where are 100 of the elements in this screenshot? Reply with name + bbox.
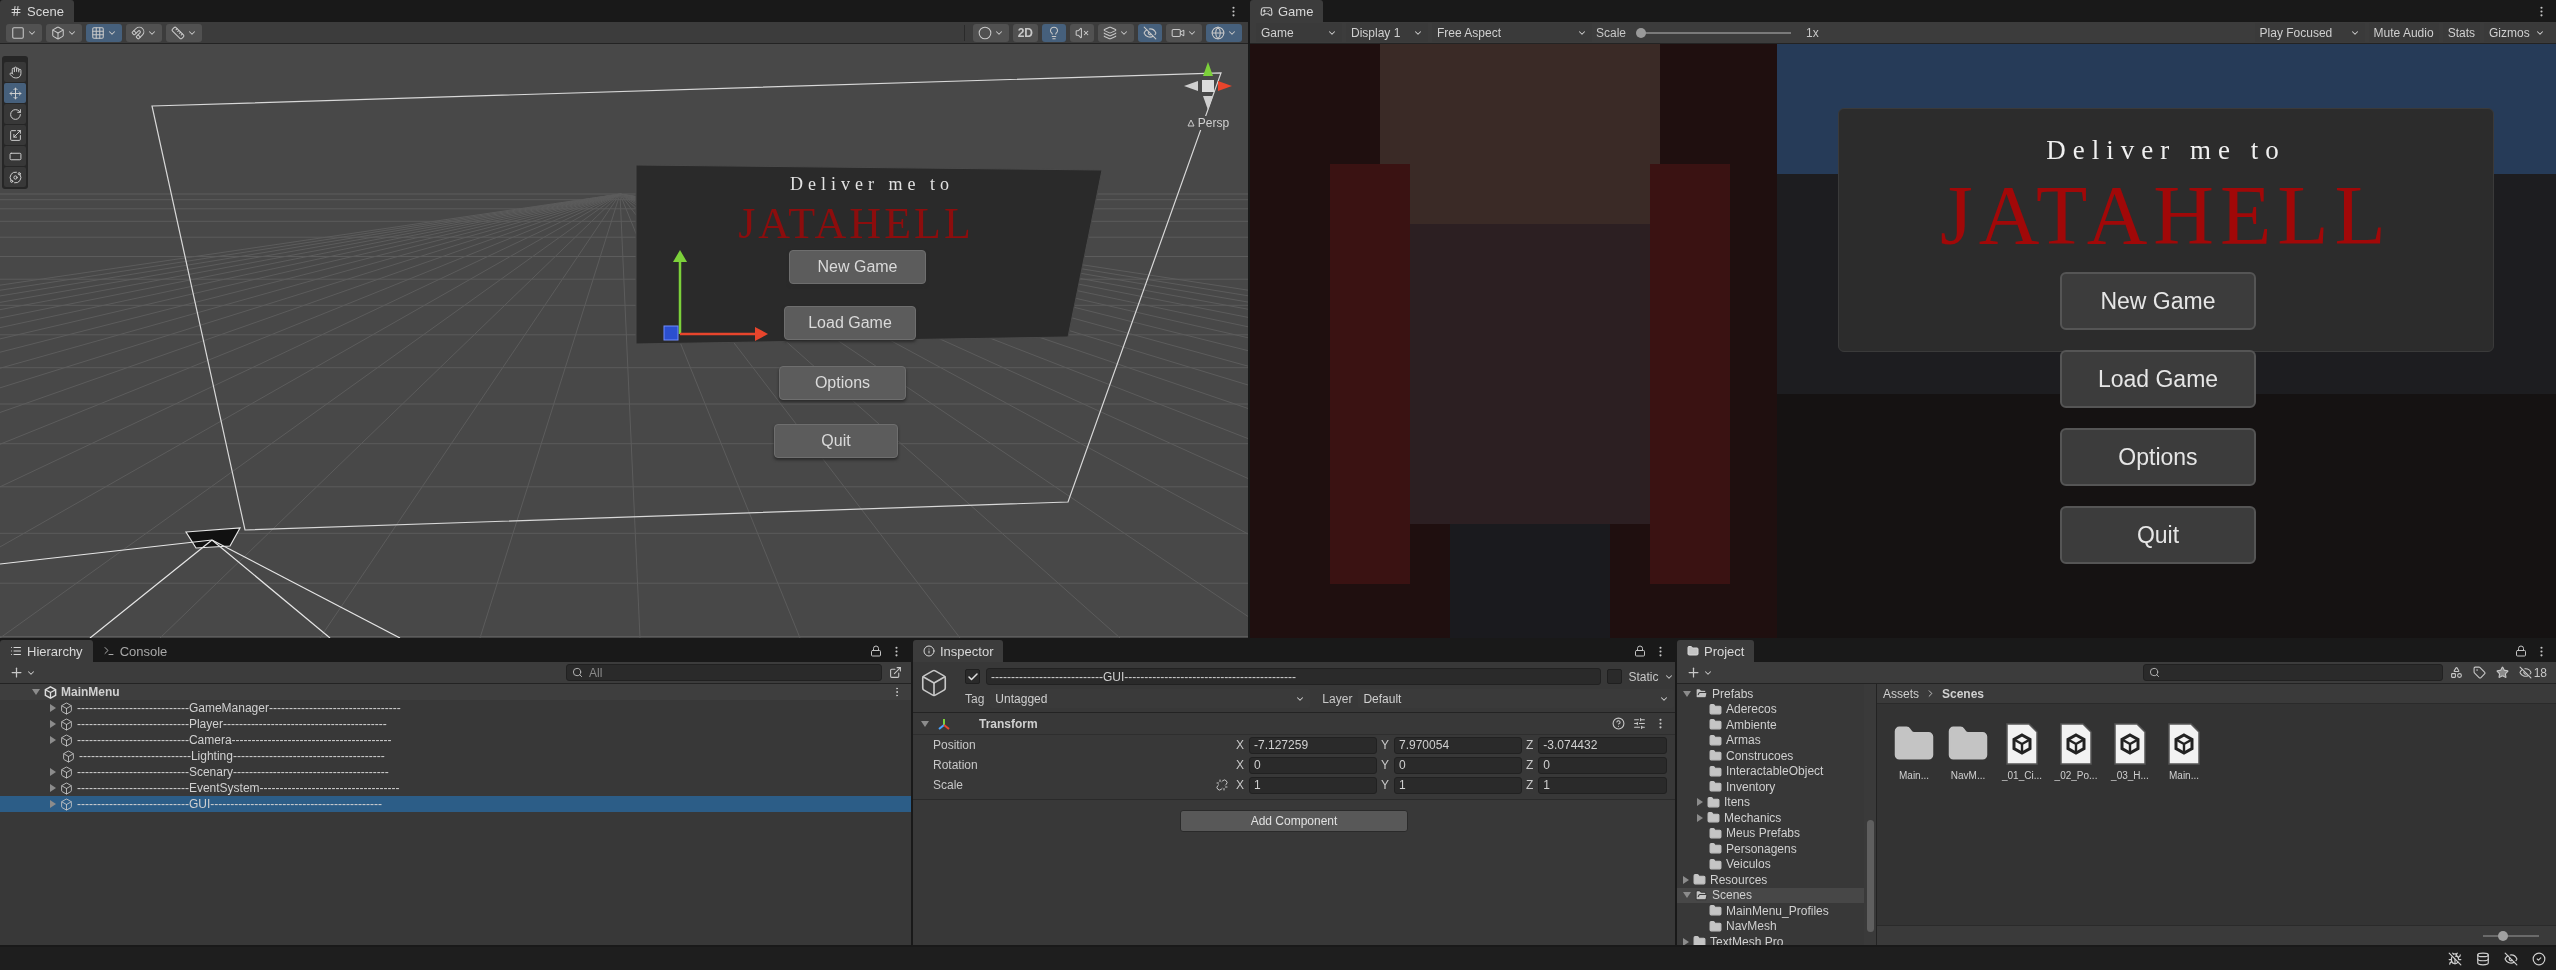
folder-row[interactable]: MainMenu_Profiles (1677, 903, 1864, 919)
debug-icon[interactable] (2448, 951, 2462, 966)
menu-title: JATAHELL (738, 202, 974, 246)
folder-row[interactable]: NavMesh (1677, 918, 1864, 934)
hierarchy-row[interactable]: ----------------------------Scenary--------------------------------------- (0, 764, 911, 780)
tool-button[interactable] (4, 83, 26, 103)
scene-toolbar-button[interactable] (1070, 23, 1094, 42)
folder-row[interactable]: Mechanics (1677, 810, 1864, 826)
menu-button[interactable]: New Game (2060, 272, 2256, 330)
number-field[interactable]: 0 (1538, 756, 1667, 774)
folder-row[interactable]: Meus Prefabs (1677, 825, 1864, 841)
hierarchy-row[interactable]: ----------------------------GUI------------------------------------------- (0, 796, 911, 812)
expand-arrow-icon[interactable] (50, 720, 56, 728)
scene-toolbar-button[interactable] (6, 23, 42, 42)
folder-row[interactable]: InteractableObject (1677, 763, 1864, 779)
menu-button[interactable]: Options (779, 366, 906, 400)
folder-row[interactable]: Inventory (1677, 779, 1864, 795)
lock-icon[interactable] (1634, 645, 1646, 657)
scene-file-icon[interactable] (2005, 722, 2039, 766)
component-header[interactable]: Transform (913, 713, 1675, 735)
scene-toolbar-button[interactable] (126, 23, 162, 42)
scene-tab[interactable]: Scene (0, 0, 74, 22)
menu-button[interactable]: New Game (789, 250, 926, 284)
hidden-packages-button[interactable]: 18 (2515, 665, 2550, 680)
cube-icon (60, 717, 73, 731)
static-checkbox[interactable] (1607, 669, 1623, 684)
scene-toolbar-button[interactable] (1042, 23, 1066, 42)
tool-button[interactable] (4, 167, 26, 187)
menu-button[interactable]: Quit (774, 424, 898, 458)
scene-file-icon[interactable] (2113, 722, 2147, 766)
scene-toolbar-button[interactable] (1098, 23, 1134, 42)
breadcrumb-link[interactable]: Assets (1883, 686, 1919, 701)
scene-file-icon[interactable] (2167, 722, 2201, 766)
tool-button[interactable] (4, 125, 26, 145)
scene-toolbar-button[interactable] (1206, 23, 1242, 42)
search-field[interactable]: All (566, 664, 882, 681)
folder-row[interactable]: Ambiente (1677, 717, 1864, 733)
scene-file-icon[interactable] (2059, 722, 2093, 766)
menu-button[interactable]: Load Game (2060, 350, 2256, 408)
expand-arrow-icon[interactable] (50, 704, 56, 712)
active-checkbox[interactable] (965, 669, 980, 684)
folder-row[interactable]: Armas (1677, 732, 1864, 748)
tool-button[interactable] (4, 62, 26, 82)
slider-thumb[interactable] (2497, 930, 2508, 941)
number-field[interactable]: 1 (1538, 776, 1667, 794)
tool-button[interactable] (4, 146, 26, 166)
game-tab[interactable]: Game (1250, 0, 1324, 22)
panel-tab[interactable]: Hierarchy (0, 640, 93, 662)
folder-row[interactable]: Aderecos (1677, 701, 1864, 717)
expand-arrow-icon[interactable] (921, 720, 929, 727)
expand-arrow-icon[interactable] (50, 736, 56, 744)
hierarchy-row[interactable]: ----------------------------GameManager--------------------------------- (0, 700, 911, 716)
hierarchy-row[interactable]: ----------------------------Camera---------------------------------------- (0, 732, 911, 748)
inspector-tab[interactable]: Inspector (913, 640, 1004, 662)
folder-row[interactable]: Veiculos (1677, 856, 1864, 872)
scene-toolbar-button[interactable] (972, 23, 1009, 42)
panel-tab[interactable]: Console (92, 640, 178, 662)
folder-row[interactable]: Construcoes (1677, 748, 1864, 764)
folder-row[interactable]: Itens (1677, 794, 1864, 810)
scene-toolbar-button[interactable] (1138, 23, 1162, 42)
tool-button[interactable] (4, 104, 26, 124)
eye-off-icon[interactable] (2504, 951, 2518, 966)
check-circle-icon[interactable] (2532, 951, 2546, 966)
number-field[interactable]: -7.127259 (1249, 736, 1377, 754)
breadcrumb-link[interactable]: Scenes (1942, 686, 1985, 701)
number-field[interactable]: -3.074432 (1538, 736, 1667, 754)
lock-icon[interactable] (870, 645, 882, 657)
presets-icon[interactable] (1633, 717, 1646, 730)
hierarchy-row[interactable]: ----------------------------Player----------------------------------------- (0, 716, 911, 732)
expand-arrow-icon[interactable] (32, 689, 40, 695)
scene-row[interactable]: MainMenu (0, 684, 911, 700)
scene-toolbar-button[interactable] (1166, 23, 1202, 42)
constrain-proportions-icon[interactable] (1216, 779, 1228, 791)
menu-button[interactable]: Options (2060, 428, 2256, 486)
number-field[interactable]: 0 (1394, 756, 1522, 774)
folder-row[interactable]: Prefabs (1677, 686, 1864, 702)
scene-toolbar-button[interactable]: 2D (1012, 23, 1038, 42)
scene-toolbar-button[interactable] (46, 23, 82, 42)
help-icon[interactable] (1612, 717, 1625, 730)
number-field[interactable]: 0 (1249, 756, 1377, 774)
hierarchy-row[interactable]: ----------------------------Lighting-------------------------------------- (0, 748, 911, 764)
slider-thumb[interactable] (1636, 27, 1647, 38)
search-field[interactable] (2142, 664, 2443, 681)
scene-toolbar-button[interactable] (166, 23, 202, 42)
expand-arrow-icon[interactable] (50, 768, 56, 776)
asset-name: Main... (2169, 770, 2199, 781)
lock-icon[interactable] (2515, 645, 2527, 657)
name-field[interactable]: ----------------------------GUI------------------------------------------- (986, 668, 1602, 685)
folder-row[interactable]: Personagens (1677, 841, 1864, 857)
number-field[interactable]: 7.970054 (1394, 736, 1522, 754)
menu-button[interactable]: Load Game (784, 306, 916, 340)
number-field[interactable]: 1 (1249, 776, 1377, 794)
folder-row[interactable]: Scenes (1677, 887, 1864, 903)
menu-button[interactable]: Quit (2060, 506, 2256, 564)
cache-icon[interactable] (2476, 951, 2490, 966)
number-field[interactable]: 1 (1394, 776, 1522, 794)
scene-toolbar-button[interactable] (86, 23, 122, 42)
folder-name: Resources (1710, 872, 1768, 887)
add-component-button[interactable]: Add Component (1180, 810, 1408, 832)
project-tab[interactable]: Project (1677, 640, 1755, 662)
